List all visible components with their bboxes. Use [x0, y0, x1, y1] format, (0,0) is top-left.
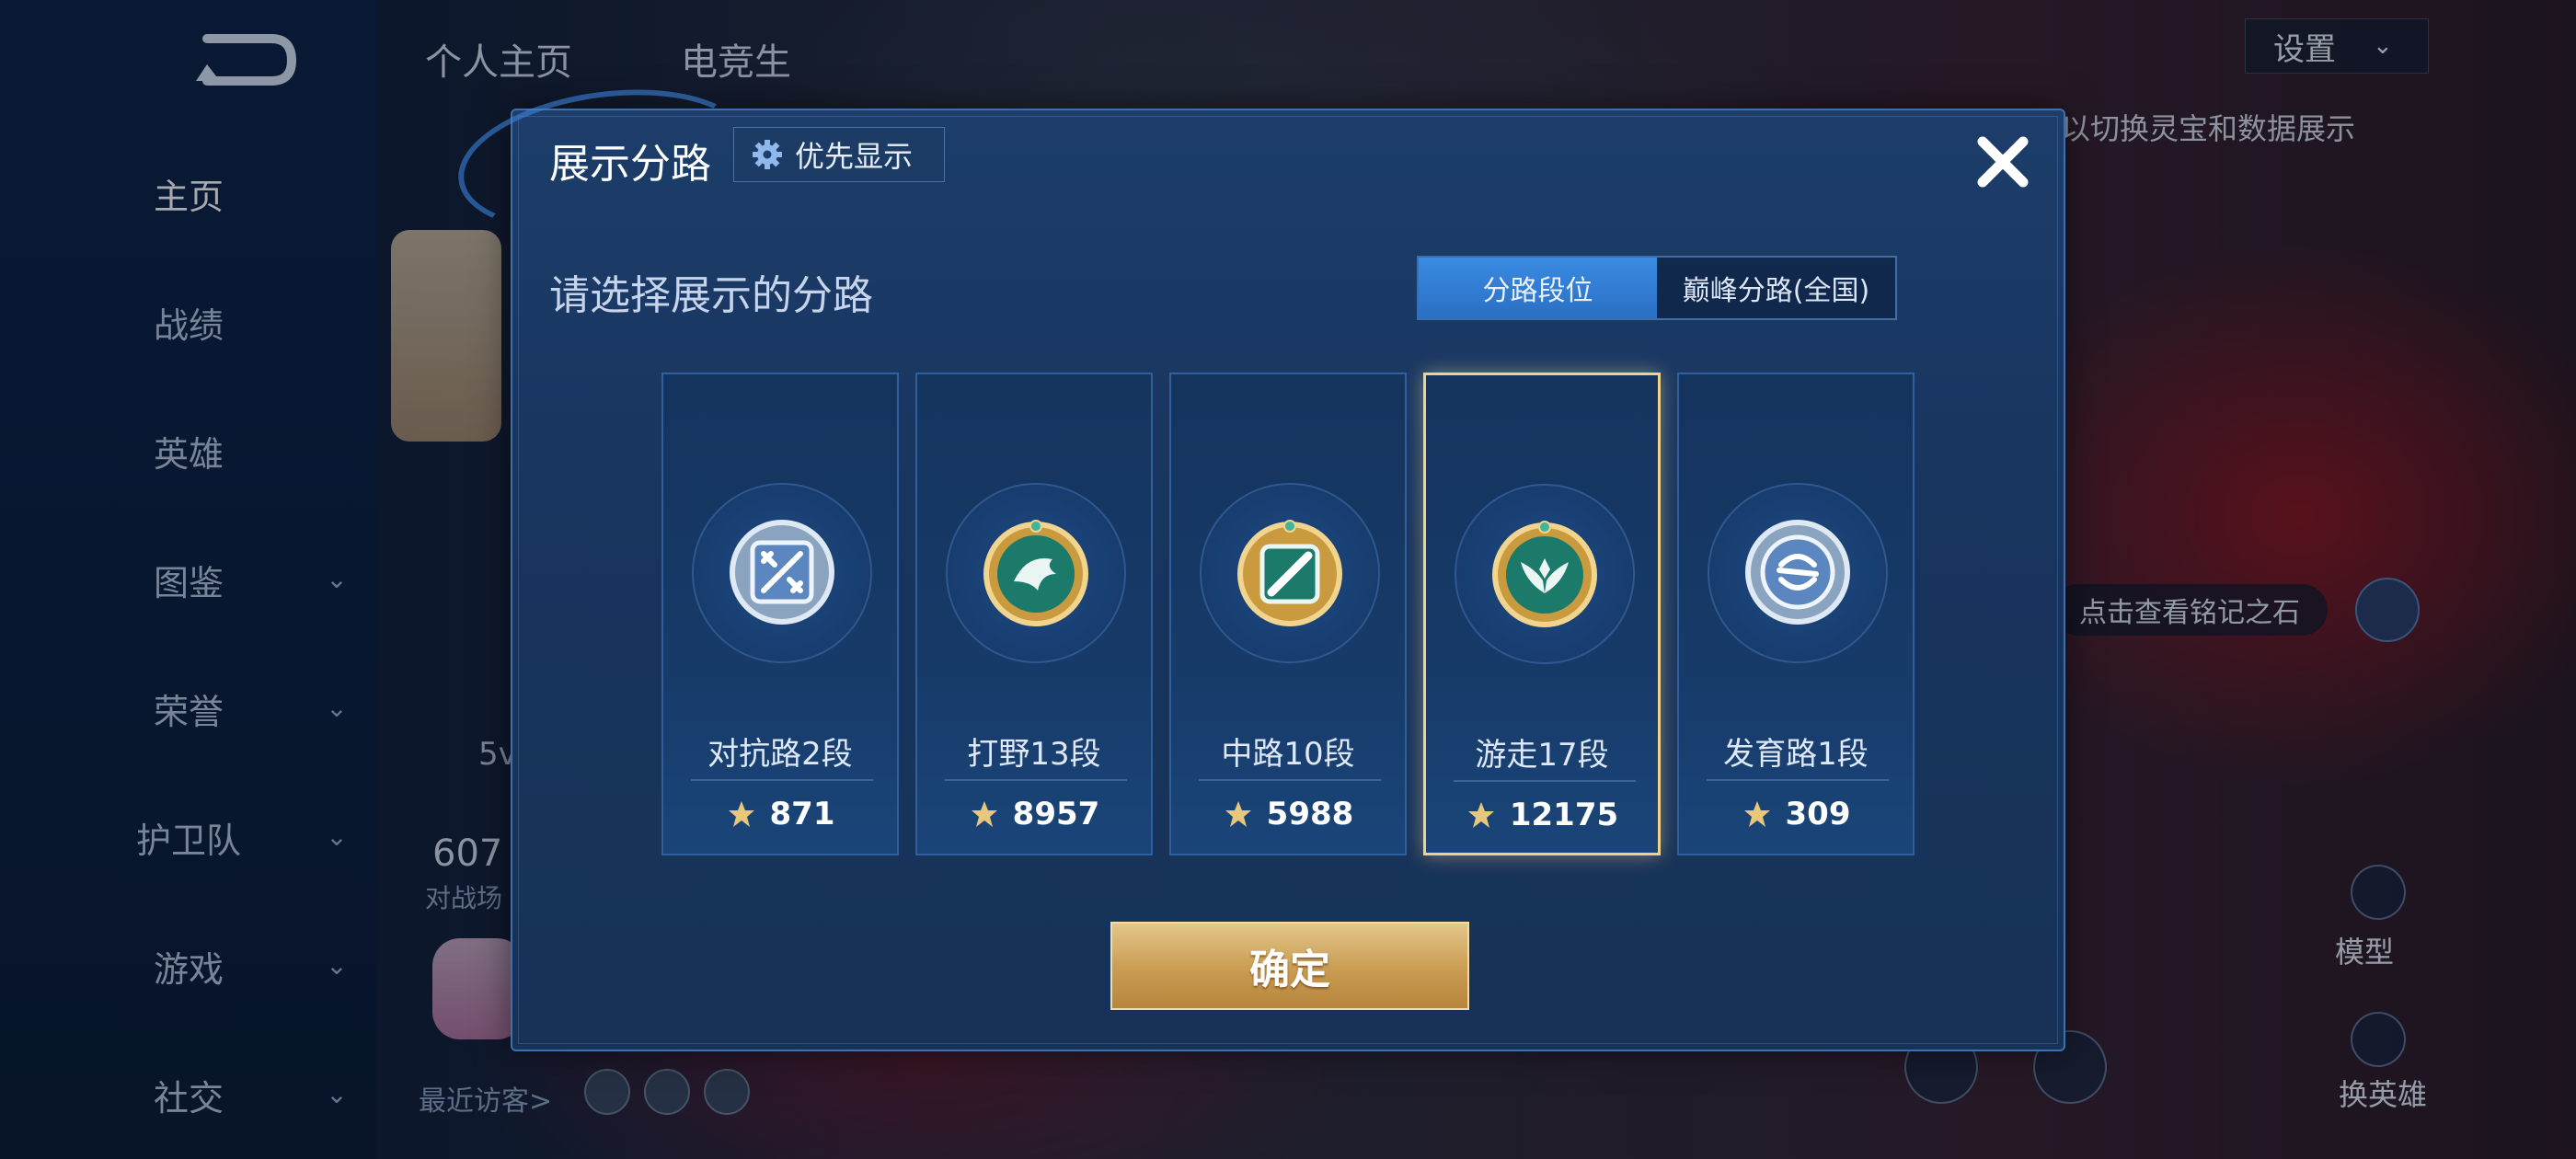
divider: [691, 779, 873, 781]
lane-rank-label: 对抗路2段: [707, 736, 853, 773]
lane-score: 309: [1679, 796, 1913, 832]
lane-score: 12175: [1426, 797, 1658, 833]
lane-rank-label: 游走17段: [1475, 737, 1609, 774]
lane-score-value: 12175: [1509, 797, 1619, 833]
lane-score: 871: [663, 796, 897, 832]
tab-lane-rank[interactable]: 分路段位: [1419, 258, 1657, 318]
lane-card-roam[interactable]: 游走17段 12175: [1423, 373, 1661, 855]
priority-display-button[interactable]: 优先显示: [733, 127, 945, 182]
lane-score-value: 309: [1785, 796, 1851, 832]
close-icon[interactable]: [1966, 125, 2040, 199]
farm-lane-icon: [1745, 520, 1850, 625]
mid-lane-icon: [1237, 520, 1342, 626]
tab-peak-lane-national[interactable]: 巅峰分路(全国): [1657, 258, 1895, 318]
gear-icon: [753, 140, 782, 169]
lane-score: 5988: [1171, 796, 1405, 832]
lane-score: 8957: [917, 796, 1151, 832]
roam-wings-icon: [1492, 521, 1597, 627]
confirm-button[interactable]: 确定: [1110, 922, 1469, 1010]
dialog-title: 展示分路: [549, 141, 711, 188]
score-emblem-icon: [971, 801, 997, 827]
screen: 5v 607 对战场 主页 战绩 英雄 图鉴 ⌄ 荣誉 ⌄ 护卫队 ⌄ 游戏 ⌄ 社交 ⌄…: [0, 0, 2576, 1159]
lane-score-value: 8957: [1012, 796, 1100, 832]
dialog-subtitle: 请选择展示的分路: [549, 272, 873, 319]
lane-card-farm[interactable]: 发育路1段 309: [1677, 373, 1915, 855]
lane-score-value: 5988: [1266, 796, 1354, 832]
lane-score-value: 871: [769, 796, 835, 832]
divider: [1199, 779, 1381, 781]
lane-card-jungle[interactable]: 打野13段 8957: [915, 373, 1153, 855]
score-emblem-icon: [1467, 802, 1494, 828]
priority-display-label: 优先显示: [795, 139, 914, 174]
score-emblem-icon: [1225, 801, 1251, 827]
lane-rank-label: 中路10段: [1221, 736, 1355, 773]
lane-display-dialog: 展示分路 优先显示 请选择展示的分路 分路段位 巅峰分路(全国) 对抗路2段 8…: [449, 72, 2065, 1051]
score-emblem-icon: [1743, 801, 1770, 827]
divider: [1454, 780, 1636, 782]
lane-rank-label: 发育路1段: [1723, 736, 1869, 773]
divider: [945, 779, 1127, 781]
jungle-dragon-icon: [983, 520, 1088, 626]
clash-lane-icon: [730, 520, 834, 625]
lane-mode-toggle: 分路段位 巅峰分路(全国): [1417, 256, 1897, 320]
lane-card-clash[interactable]: 对抗路2段 871: [661, 373, 899, 855]
score-emblem-icon: [728, 801, 754, 827]
lane-card-mid[interactable]: 中路10段 5988: [1169, 373, 1407, 855]
divider: [1707, 779, 1889, 781]
lane-rank-label: 打野13段: [967, 736, 1101, 773]
